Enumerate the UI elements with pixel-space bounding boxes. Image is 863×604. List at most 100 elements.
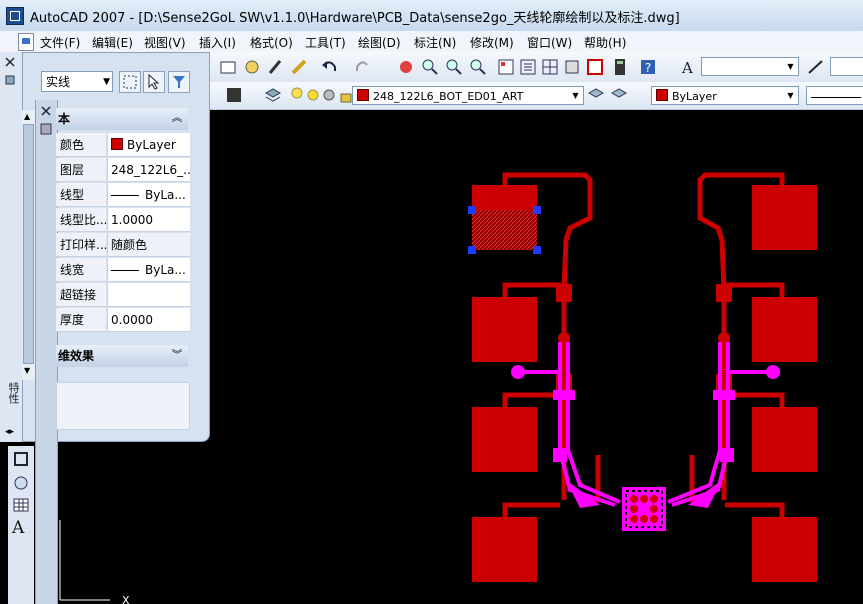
prop-row-plot-style[interactable]: 打印样... 随颜色 (56, 233, 190, 257)
color-combo[interactable]: ByLayer ▼ (651, 86, 799, 105)
insert-block-icon[interactable] (12, 450, 30, 468)
prop-value[interactable]: ByLa... (107, 258, 190, 282)
selected-pad-region[interactable] (472, 210, 537, 250)
draw-toolbar: A (8, 446, 34, 604)
antenna-pad-left-4[interactable] (472, 517, 537, 582)
radar-ic-chip[interactable] (622, 487, 666, 531)
undo-icon[interactable] (320, 57, 340, 77)
prop-row-layer[interactable]: 图层 248_122L6_... (56, 158, 190, 182)
antenna-pad-right-1[interactable] (752, 185, 817, 250)
expand-icon[interactable]: ︾ (172, 345, 182, 367)
prop-row-hyperlink[interactable]: 超链接 (56, 283, 190, 307)
redo-icon[interactable] (352, 57, 372, 77)
menu-insert[interactable]: 插入(I) (199, 34, 236, 51)
antenna-pad-right-2[interactable] (752, 297, 817, 362)
zoom-window-icon[interactable] (444, 57, 464, 77)
calculator-icon[interactable] (610, 57, 630, 77)
chip-ball (650, 495, 658, 503)
object-type-combo[interactable]: 实线 ▼ (41, 71, 113, 92)
prop-value-text: ByLa... (145, 188, 186, 202)
close-icon[interactable] (4, 56, 16, 68)
menu-window[interactable]: 窗口(W) (527, 34, 572, 51)
3d-effects-section-title: 维效果 (58, 349, 95, 363)
make-block-icon[interactable] (12, 474, 30, 492)
menu-file[interactable]: 文件(F) (40, 34, 80, 51)
tool-palettes-icon[interactable] (540, 57, 560, 77)
prop-value[interactable]: 0.0000 (107, 308, 190, 332)
prop-row-linetype-scale[interactable]: 线型比... 1.0000 (56, 208, 190, 232)
quick-select-icon[interactable] (168, 71, 190, 93)
dim-style-combo[interactable] (830, 57, 863, 76)
menu-dimension[interactable]: 标注(N) (414, 34, 456, 51)
tool-palette-tab[interactable] (35, 100, 58, 604)
table-icon[interactable] (12, 496, 30, 514)
grip-handle[interactable] (533, 246, 541, 254)
prop-row-color[interactable]: 颜色 ByLayer (56, 133, 190, 157)
menu-view[interactable]: 视图(V) (144, 34, 186, 51)
zoom-realtime-icon[interactable] (420, 57, 440, 77)
help-icon[interactable]: ? (638, 57, 658, 77)
select-objects-icon[interactable] (143, 71, 165, 93)
prop-row-thickness[interactable]: 厚度 0.0000 (56, 308, 190, 332)
prop-value[interactable]: 1.0000 (107, 208, 190, 232)
text-style-icon[interactable]: A (678, 57, 698, 77)
properties-icon[interactable] (496, 57, 516, 77)
make-object-layer-current-icon[interactable] (586, 85, 606, 105)
prop-label: 超链接 (56, 283, 106, 307)
layer-state-icon[interactable] (609, 85, 629, 105)
grip-handle[interactable] (468, 246, 476, 254)
match-properties-icon[interactable] (290, 57, 310, 77)
layer-previous-icon[interactable] (224, 85, 244, 105)
prop-value[interactable]: ByLayer (107, 133, 190, 157)
menu-tools[interactable]: 工具(T) (305, 34, 346, 51)
print-preview-icon[interactable] (242, 57, 262, 77)
general-section-header[interactable]: 本 ︽ (56, 108, 188, 130)
antenna-pad-left-3[interactable] (472, 407, 537, 472)
document-icon[interactable] (18, 33, 34, 51)
antenna-pad-right-4[interactable] (752, 517, 817, 582)
antenna-pad-right-3[interactable] (752, 407, 817, 472)
prop-row-lineweight[interactable]: 线宽 ByLa... (56, 258, 190, 282)
prop-value[interactable] (107, 283, 190, 307)
open-icon[interactable] (218, 57, 238, 77)
markup-icon[interactable] (585, 57, 605, 77)
grip-handle[interactable] (533, 206, 541, 214)
menu-format[interactable]: 格式(O) (250, 34, 293, 51)
pan-icon[interactable] (396, 57, 416, 77)
close-icon[interactable] (39, 104, 53, 118)
ucs-icon (59, 520, 110, 601)
layer-manager-icon[interactable] (263, 85, 283, 105)
zoom-previous-icon[interactable] (468, 57, 488, 77)
menu-help[interactable]: 帮助(H) (584, 34, 626, 51)
sheet-set-icon[interactable] (562, 57, 582, 77)
menu-modify[interactable]: 修改(M) (470, 34, 514, 51)
prop-value[interactable]: ByLa... (107, 183, 190, 207)
window-title: AutoCAD 2007 - [D:\Sense2GoL SW\v1.1.0\H… (30, 11, 680, 26)
prop-value[interactable]: 248_122L6_... (107, 158, 190, 182)
scroll-up-arrow[interactable]: ▲ (24, 112, 30, 121)
dim-style-icon[interactable] (806, 57, 826, 77)
properties-palette-titlebar[interactable]: 特性 ◂▸ (0, 52, 23, 442)
general-section-title: 本 (58, 112, 71, 126)
menu-draw[interactable]: 绘图(D) (358, 34, 401, 51)
auto-hide-icon[interactable] (4, 74, 16, 86)
expand-icon[interactable]: ◂▸ (5, 427, 14, 437)
scroll-thumb[interactable] (23, 124, 34, 364)
prop-row-linetype[interactable]: 线型 ByLa... (56, 183, 190, 207)
properties-scrollbar[interactable]: ▲ ▼ (22, 110, 35, 380)
grip-handle[interactable] (468, 206, 476, 214)
menu-edit[interactable]: 编辑(E) (92, 34, 133, 51)
antenna-pad-left-2[interactable] (472, 297, 537, 362)
3d-effects-section-header[interactable]: 维效果 ︾ (56, 345, 188, 367)
toggle-pickadd-icon[interactable] (119, 71, 141, 93)
layer-combo[interactable]: 248_122L6_BOT_ED01_ART ▼ (352, 86, 584, 105)
linetype-combo[interactable] (806, 86, 863, 105)
scroll-down-arrow[interactable]: ▼ (24, 366, 30, 375)
multiline-text-icon[interactable]: A (12, 518, 30, 538)
autocad-app-icon[interactable] (6, 7, 24, 25)
brush-icon[interactable] (266, 57, 286, 77)
collapse-icon[interactable]: ︽ (172, 108, 182, 130)
properties-menu-icon[interactable] (39, 122, 53, 136)
text-style-combo[interactable]: ▼ (701, 57, 799, 76)
design-center-icon[interactable] (518, 57, 538, 77)
